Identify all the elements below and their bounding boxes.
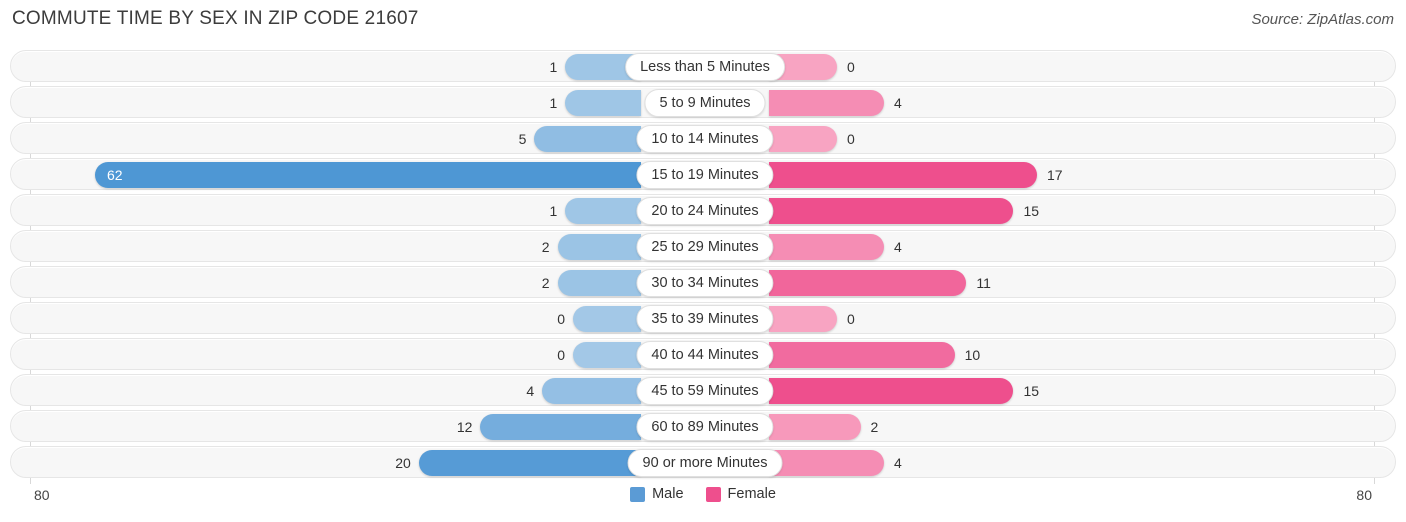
bar-value-female: 0 [847,59,855,75]
category-label[interactable]: 35 to 39 Minutes [636,305,774,333]
bar-female[interactable] [769,234,885,260]
bar-group: 4 15 45 to 59 Minutes [11,375,1395,405]
bar-value-female: 17 [1047,167,1063,183]
bar-male[interactable] [565,198,641,224]
chart-row[interactable]: 1 0 Less than 5 Minutes [10,50,1396,82]
chart-row[interactable]: 0 10 40 to 44 Minutes [10,338,1396,370]
bar-value-male: 4 [526,383,535,399]
bar-female[interactable] [769,306,837,332]
bar-value-female: 0 [847,131,855,147]
legend-label: Female [727,486,776,502]
bar-value-male: 0 [557,311,565,327]
category-label[interactable]: 90 or more Minutes [627,449,783,477]
bar-value-male: 5 [518,131,527,147]
chart-row[interactable]: 0 0 35 to 39 Minutes [10,302,1396,334]
bar-group: 1 15 20 to 24 Minutes [11,195,1395,225]
bar-value-female: 15 [1023,203,1040,219]
bar-male[interactable] [573,306,641,332]
chart-row[interactable]: 20 4 90 or more Minutes [10,446,1396,478]
bar-group: 20 4 90 or more Minutes [11,447,1395,477]
category-label[interactable]: 15 to 19 Minutes [636,161,774,189]
bar-value-male: 2 [541,239,550,255]
bar-group: 1 4 5 to 9 Minutes [11,87,1395,117]
chart-row[interactable]: 12 2 60 to 89 Minutes [10,410,1396,442]
bar-value-female: 0 [847,311,855,327]
category-label[interactable]: 40 to 44 Minutes [636,341,774,369]
bar-value-female: 10 [964,347,981,363]
bar-value-male: 1 [549,95,558,111]
bar-group: 1 0 Less than 5 Minutes [11,51,1395,81]
bar-male[interactable] [557,234,641,260]
bar-male[interactable] [534,126,641,152]
bar-female[interactable] [769,342,955,368]
bar-female[interactable] [769,270,967,296]
category-label[interactable]: 45 to 59 Minutes [636,377,774,405]
bar-group: 0 10 40 to 44 Minutes [11,339,1395,369]
bar-female[interactable] [769,450,885,476]
chart-row[interactable]: 1 4 5 to 9 Minutes [10,86,1396,118]
chart-row[interactable]: 2 4 25 to 29 Minutes [10,230,1396,262]
source-attribution: Source: ZipAtlas.com [1251,11,1394,28]
bar-value-female: 4 [894,239,902,255]
bar-group: 62 17 15 to 19 Minutes [11,159,1395,189]
category-label[interactable]: 25 to 29 Minutes [636,233,774,261]
bar-value-female: 4 [894,95,902,111]
bar-value-male: 20 [395,455,411,471]
bar-value-female: 4 [894,455,902,471]
bar-male[interactable] [480,414,641,440]
bar-group: 12 2 60 to 89 Minutes [11,411,1395,441]
bar-value-male: 1 [549,203,558,219]
bar-female[interactable] [769,198,1014,224]
page-title: COMMUTE TIME BY SEX IN ZIP CODE 21607 [12,8,419,29]
chart-row[interactable]: 4 15 45 to 59 Minutes [10,374,1396,406]
category-label[interactable]: 20 to 24 Minutes [636,197,774,225]
chart-row[interactable]: 5 0 10 to 14 Minutes [10,122,1396,154]
bar-group: 2 11 30 to 34 Minutes [11,267,1395,297]
bar-male[interactable] [95,162,641,188]
chart-page: COMMUTE TIME BY SEX IN ZIP CODE 21607 So… [0,0,1406,522]
chart-legend: Male Female [0,486,1406,502]
legend-swatch-male [630,486,646,502]
bar-female[interactable] [769,162,1037,188]
bar-value-male: 2 [541,275,550,291]
legend-item[interactable]: Female [705,486,776,502]
bar-female[interactable] [769,378,1014,404]
legend-item[interactable]: Male [630,486,684,502]
legend-swatch-female [705,486,721,502]
bar-value-female: 15 [1023,383,1040,399]
category-label[interactable]: Less than 5 Minutes [625,53,785,81]
bar-male[interactable] [573,342,641,368]
bar-value-female: 11 [976,275,991,291]
chart-plot-area: 1 0 Less than 5 Minutes 1 4 5 to 9 Minutes 5 0 1… [10,50,1396,484]
bar-male[interactable] [418,450,641,476]
bar-value-female: 2 [870,419,879,435]
bar-value-male: 0 [557,347,565,363]
category-label[interactable]: 60 to 89 Minutes [636,413,774,441]
bar-group: 5 0 10 to 14 Minutes [11,123,1395,153]
category-label[interactable]: 5 to 9 Minutes [644,89,766,117]
bar-female[interactable] [769,90,885,116]
bar-male[interactable] [542,378,641,404]
bar-female[interactable] [769,414,861,440]
chart-row[interactable]: 62 17 15 to 19 Minutes [10,158,1396,190]
chart-row[interactable]: 1 15 20 to 24 Minutes [10,194,1396,226]
legend-label: Male [652,486,684,502]
bar-male[interactable] [565,90,641,116]
bar-group: 0 0 35 to 39 Minutes [11,303,1395,333]
bar-value-male: 12 [456,419,473,435]
category-label[interactable]: 10 to 14 Minutes [636,125,774,153]
bar-value-male: 62 [107,167,123,183]
bar-male[interactable] [557,270,641,296]
bar-value-male: 1 [549,59,558,75]
bar-group: 2 4 25 to 29 Minutes [11,231,1395,261]
chart-row[interactable]: 2 11 30 to 34 Minutes [10,266,1396,298]
category-label[interactable]: 30 to 34 Minutes [636,269,774,297]
bar-female[interactable] [769,126,837,152]
